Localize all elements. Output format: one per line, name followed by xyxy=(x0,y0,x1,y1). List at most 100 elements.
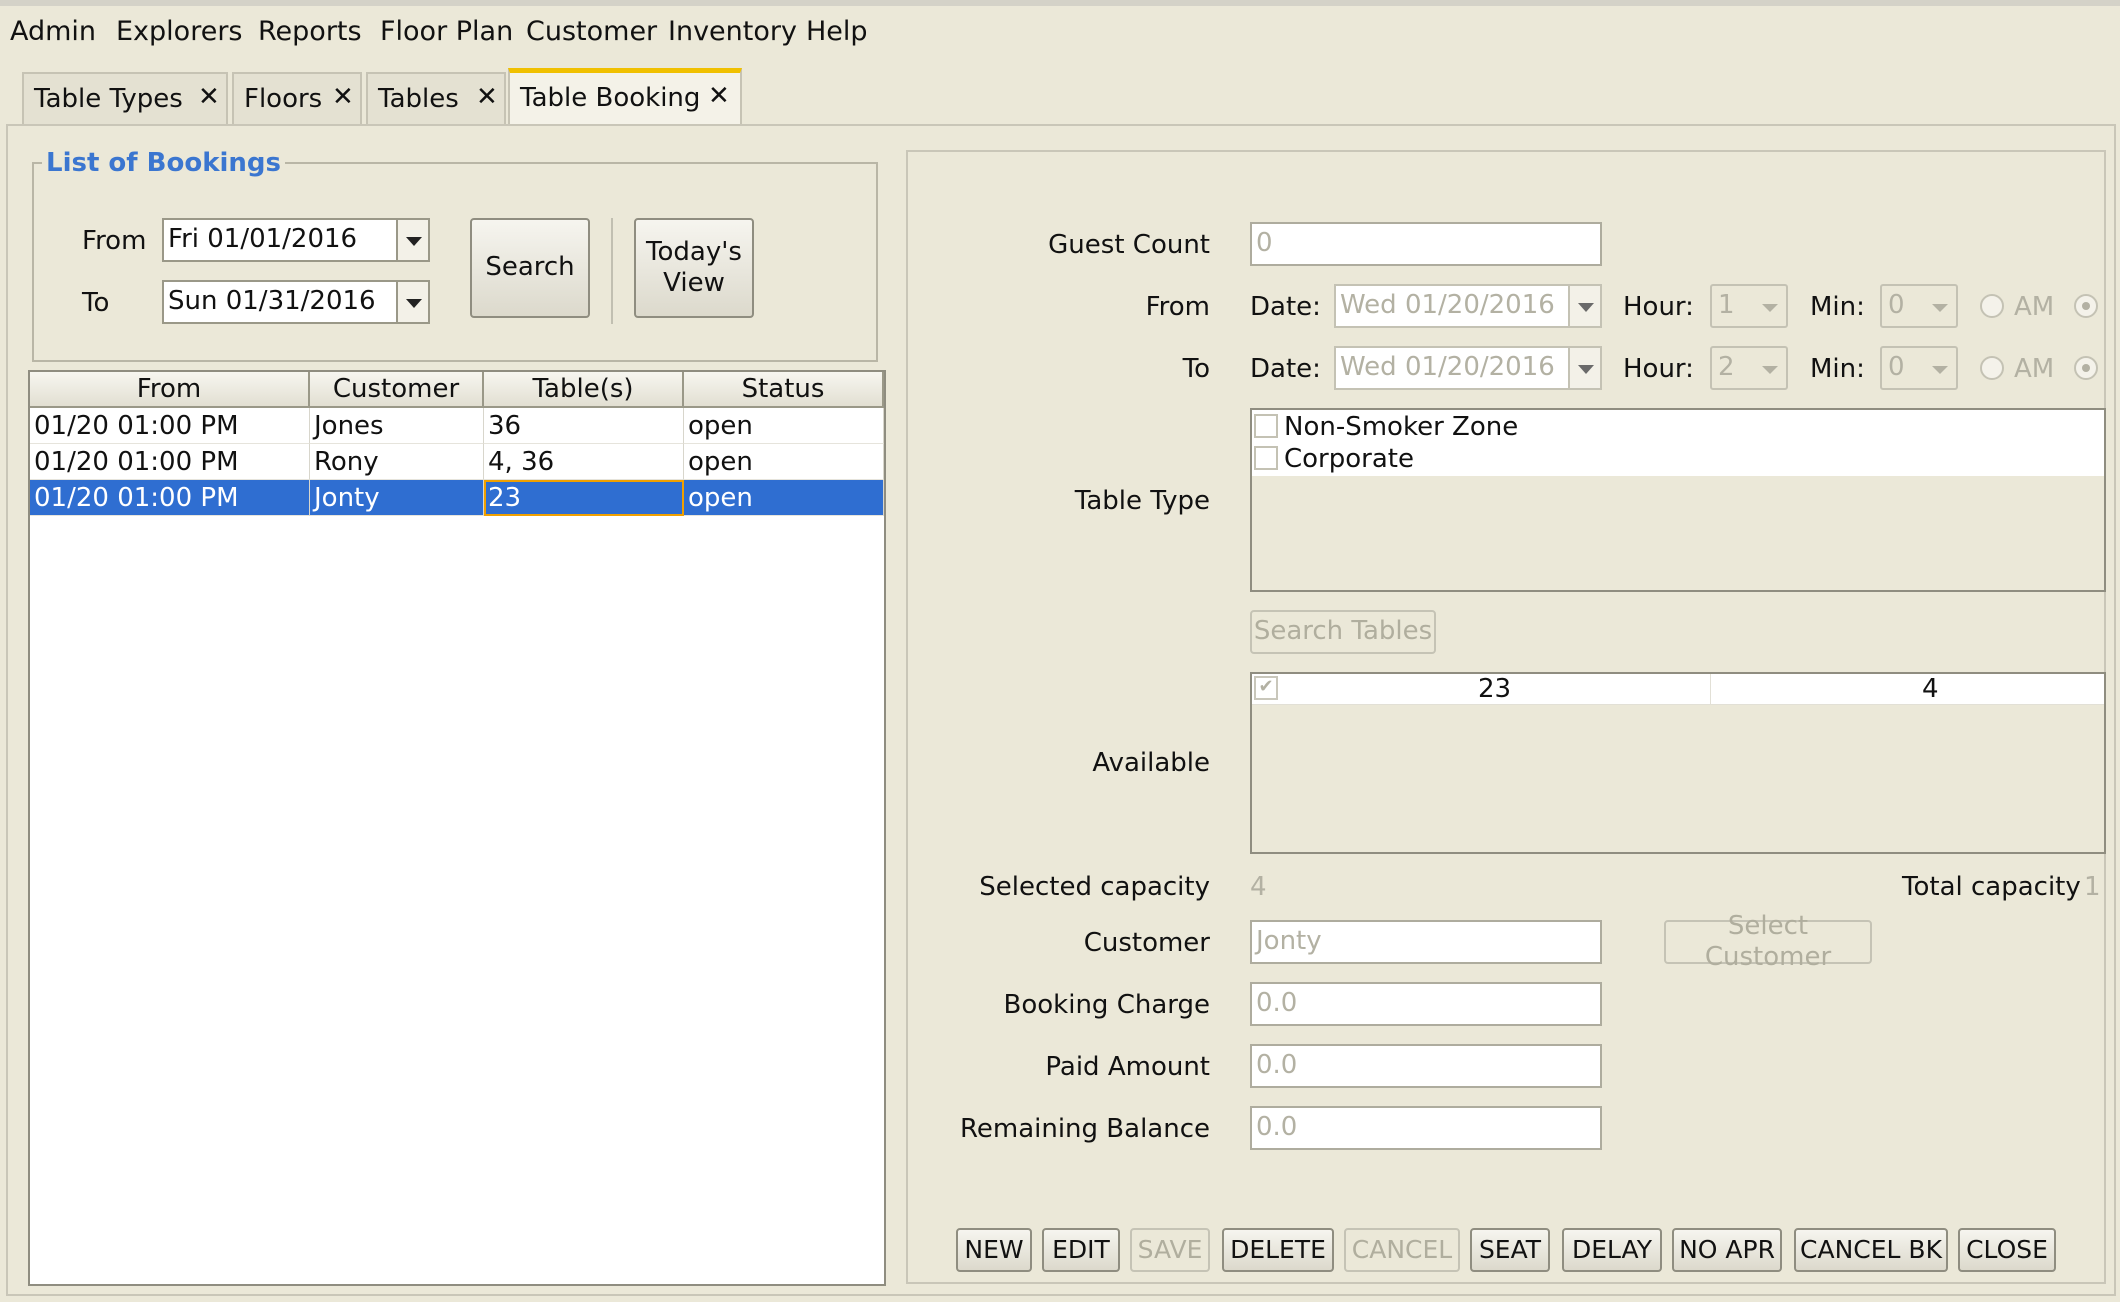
from-pm-radio[interactable] xyxy=(2074,294,2098,318)
from-date-value: Fri 01/01/2016 xyxy=(168,224,358,254)
column-header-status[interactable]: Status xyxy=(684,372,884,408)
menu-admin[interactable]: Admin xyxy=(10,16,96,47)
chevron-down-icon xyxy=(1762,304,1778,312)
customer-input[interactable]: Jonty xyxy=(1250,920,1602,964)
to-date-label: Date: xyxy=(1250,354,1321,384)
guest-count-value: 0 xyxy=(1256,228,1273,258)
menu-help[interactable]: Help xyxy=(806,16,868,47)
paid-amount-label: Paid Amount xyxy=(1045,1052,1210,1082)
chevron-down-icon[interactable] xyxy=(1568,348,1600,388)
booking-charge-value: 0.0 xyxy=(1256,988,1298,1018)
cell-tables: 23 xyxy=(484,480,684,516)
remaining-balance-value: 0.0 xyxy=(1256,1112,1298,1142)
from-date-value: Wed 01/20/2016 xyxy=(1340,290,1555,320)
paid-amount-value: 0.0 xyxy=(1256,1050,1298,1080)
column-header-tables[interactable]: Table(s) xyxy=(484,372,684,408)
new-button[interactable]: NEW xyxy=(956,1228,1032,1272)
close-icon[interactable]: ✕ xyxy=(708,81,730,111)
from-am-radio[interactable] xyxy=(1980,294,2004,318)
from-label: From xyxy=(82,226,147,256)
cell-tables: 36 xyxy=(484,408,684,444)
delete-button[interactable]: DELETE xyxy=(1222,1228,1334,1272)
table-type-item: Corporate xyxy=(1284,444,1414,474)
search-tables-button[interactable]: Search Tables xyxy=(1250,610,1436,654)
tab-table-types[interactable]: Table Types ✕ xyxy=(22,72,228,124)
chevron-down-icon[interactable] xyxy=(396,282,428,322)
to-date-combo[interactable]: Sun 01/31/2016 xyxy=(162,280,430,324)
menu-inventory[interactable]: Inventory xyxy=(668,16,797,47)
selected-capacity-value: 4 xyxy=(1250,872,1267,902)
to-date-value: Sun 01/31/2016 xyxy=(168,286,376,316)
from-min-value: 0 xyxy=(1888,290,1905,320)
cancel-button[interactable]: CANCEL xyxy=(1344,1228,1460,1272)
edit-button[interactable]: EDIT xyxy=(1042,1228,1120,1272)
from-min-select[interactable]: 0 xyxy=(1880,284,1958,328)
tab-table-booking[interactable]: Table Booking ✕ xyxy=(508,68,742,126)
to-am-radio[interactable] xyxy=(1980,356,2004,380)
chevron-down-icon xyxy=(1762,366,1778,374)
table-type-label: Table Type xyxy=(1074,486,1210,516)
to-time-label: To xyxy=(1182,354,1210,384)
paid-amount-input[interactable]: 0.0 xyxy=(1250,1044,1602,1088)
cell-customer: Rony xyxy=(310,444,484,480)
tab-label: Table Booking xyxy=(520,83,701,113)
chevron-down-icon[interactable] xyxy=(396,220,428,260)
customer-value: Jonty xyxy=(1256,926,1322,956)
close-icon[interactable]: ✕ xyxy=(332,82,354,112)
cell-from: 01/20 01:00 PM xyxy=(30,408,310,444)
remaining-balance-input[interactable]: 0.0 xyxy=(1250,1106,1602,1150)
from-am-label: AM xyxy=(2014,292,2055,322)
to-pm-radio[interactable] xyxy=(2074,356,2098,380)
from-hour-label: Hour: xyxy=(1623,292,1694,322)
tab-label: Table Types xyxy=(34,84,183,114)
no-apr-button[interactable]: NO APR xyxy=(1672,1228,1782,1272)
save-button[interactable]: SAVE xyxy=(1130,1228,1210,1272)
cell-customer: Jonty xyxy=(310,480,484,516)
menu-floor-plan[interactable]: Floor Plan xyxy=(380,16,513,47)
close-icon[interactable]: ✕ xyxy=(476,82,498,112)
to-min-label: Min: xyxy=(1810,354,1865,384)
delay-button[interactable]: DELAY xyxy=(1562,1228,1662,1272)
close-icon[interactable]: ✕ xyxy=(198,82,220,112)
table-type-list: Non-Smoker Zone Corporate xyxy=(1250,408,2106,592)
tab-tables[interactable]: Tables ✕ xyxy=(366,72,506,124)
cell-status: open xyxy=(684,480,884,516)
remaining-balance-label: Remaining Balance xyxy=(959,1114,1210,1144)
search-button[interactable]: Search xyxy=(470,218,590,318)
from-time-label: From xyxy=(1145,292,1210,322)
booking-charge-input[interactable]: 0.0 xyxy=(1250,982,1602,1026)
chevron-down-icon[interactable] xyxy=(1568,286,1600,326)
tab-label: Tables xyxy=(378,84,459,114)
checkbox-non-smoker-zone[interactable] xyxy=(1254,414,1278,438)
table-row[interactable] xyxy=(1252,674,2104,705)
from-date-picker[interactable]: Wed 01/20/2016 xyxy=(1334,284,1602,328)
todays-view-button[interactable]: Today's View xyxy=(634,218,754,318)
from-hour-select[interactable]: 1 xyxy=(1710,284,1788,328)
to-min-value: 0 xyxy=(1888,352,1905,382)
column-header-from[interactable]: From xyxy=(30,372,310,408)
to-min-select[interactable]: 0 xyxy=(1880,346,1958,390)
close-button[interactable]: CLOSE xyxy=(1958,1228,2056,1272)
menu-bar: Admin Explorers Reports Floor Plan Custo… xyxy=(0,0,2120,60)
table-type-item: Non-Smoker Zone xyxy=(1284,412,1519,442)
selected-capacity-label: Selected capacity xyxy=(979,872,1210,902)
to-hour-value: 2 xyxy=(1718,352,1735,382)
guest-count-label: Guest Count xyxy=(1048,230,1210,260)
to-date-picker[interactable]: Wed 01/20/2016 xyxy=(1334,346,1602,390)
seat-button[interactable]: SEAT xyxy=(1470,1228,1550,1272)
menu-explorers[interactable]: Explorers xyxy=(116,16,242,47)
menu-customer[interactable]: Customer xyxy=(526,16,657,47)
column-header-customer[interactable]: Customer xyxy=(310,372,484,408)
tab-floors[interactable]: Floors ✕ xyxy=(232,72,362,124)
to-date-value: Wed 01/20/2016 xyxy=(1340,352,1555,382)
checkmark-icon[interactable]: ✔ xyxy=(1254,676,1278,700)
total-capacity-value: 1 xyxy=(2084,872,2101,902)
select-customer-button[interactable]: Select Customer xyxy=(1664,911,1872,972)
from-date-combo[interactable]: Fri 01/01/2016 xyxy=(162,218,430,262)
chevron-down-icon xyxy=(1932,304,1948,312)
menu-reports[interactable]: Reports xyxy=(258,16,362,47)
cancel-booking-button[interactable]: CANCEL BK xyxy=(1794,1228,1948,1272)
to-hour-select[interactable]: 2 xyxy=(1710,346,1788,390)
guest-count-input[interactable]: 0 xyxy=(1250,222,1602,266)
checkbox-corporate[interactable] xyxy=(1254,446,1278,470)
